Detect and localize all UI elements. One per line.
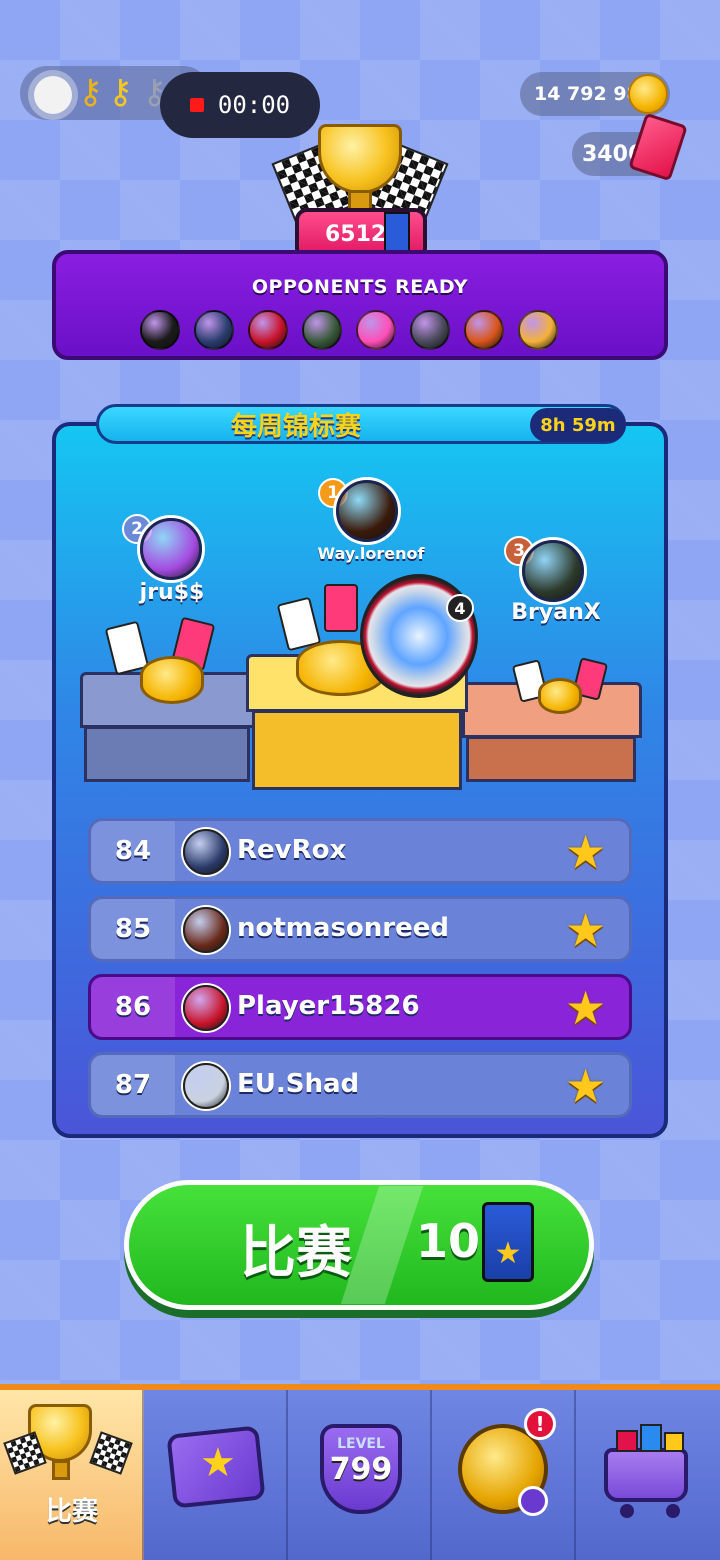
checkered-flag-icon bbox=[89, 1431, 133, 1475]
row-rank: 87 bbox=[91, 1055, 175, 1115]
row-avatar bbox=[183, 829, 229, 875]
podium-avatar-third[interactable] bbox=[522, 540, 584, 602]
robot-ball-icon bbox=[410, 310, 450, 350]
nav-tab-shop[interactable] bbox=[576, 1390, 720, 1560]
key-icon: ⚷ bbox=[78, 72, 103, 112]
red-chrome-ball-icon bbox=[248, 310, 288, 350]
cart-wheel-icon bbox=[666, 1504, 680, 1518]
blue-wheel-ball-icon bbox=[194, 310, 234, 350]
prize-coins-icon bbox=[538, 678, 582, 714]
tournament-title: 每周锦标赛 bbox=[230, 412, 361, 442]
row-rank: 85 bbox=[91, 899, 175, 959]
leaderboard-row[interactable]: 87 EU.Shad ★ bbox=[88, 1052, 632, 1118]
prize-coins-icon bbox=[140, 656, 204, 704]
nav-tab-label: 比赛 bbox=[45, 1497, 98, 1527]
green-star-ball-icon bbox=[302, 310, 342, 350]
leaderboard-row[interactable]: 84 RevRox ★ bbox=[88, 818, 632, 884]
podium-name-second: jru$$ bbox=[139, 580, 205, 605]
shop-cart-icon bbox=[604, 1448, 688, 1502]
leaderboard-row-current-player[interactable]: 86 Player15826 ★ bbox=[88, 974, 632, 1040]
pufferfish-ball-icon bbox=[518, 310, 558, 350]
podium-avatar-first[interactable] bbox=[336, 480, 398, 542]
toggle-dot[interactable] bbox=[34, 76, 72, 114]
nav-tab-level[interactable]: LEVEL 799 bbox=[288, 1390, 432, 1560]
record-dot-icon bbox=[189, 98, 204, 112]
podium-avatar-second[interactable] bbox=[140, 518, 202, 580]
level-word: LEVEL bbox=[337, 1436, 385, 1452]
podium-name-first: Way.lorenof bbox=[317, 544, 425, 563]
row-player-name: Player15826 bbox=[237, 991, 420, 1021]
play-button-label[interactable]: 比赛 bbox=[240, 1208, 352, 1289]
row-player-name: notmasonreed bbox=[237, 913, 449, 943]
level-badge-icon: LEVEL 799 bbox=[320, 1424, 402, 1514]
nav-tab-race[interactable]: 比赛 bbox=[0, 1390, 144, 1560]
podium-third-front bbox=[466, 736, 636, 782]
alert-badge: ! bbox=[524, 1408, 556, 1440]
podium-name-third: BryanX bbox=[511, 600, 601, 625]
rank-flag-icon bbox=[384, 212, 410, 254]
row-player-name: RevRox bbox=[237, 835, 347, 865]
cart-wheel-icon bbox=[620, 1504, 634, 1518]
wrench-badge-icon bbox=[518, 1486, 548, 1516]
podium-second-front bbox=[84, 726, 250, 782]
play-button-cost: 10 bbox=[416, 1214, 481, 1268]
row-avatar bbox=[183, 1063, 229, 1109]
row-avatar bbox=[183, 985, 229, 1031]
row-avatar bbox=[183, 907, 229, 953]
bomb-ball-icon bbox=[140, 310, 180, 350]
opponents-row bbox=[140, 310, 558, 350]
trophy-stem bbox=[52, 1460, 70, 1480]
row-rank: 84 bbox=[91, 821, 175, 881]
star-icon: ★ bbox=[200, 1440, 236, 1486]
level-value: 799 bbox=[329, 1452, 393, 1487]
pink-ball-icon bbox=[356, 310, 396, 350]
nav-tab-upgrade[interactable]: ! bbox=[432, 1390, 576, 1560]
leaderboard-row[interactable]: 85 notmasonreed ★ bbox=[88, 896, 632, 962]
prize-wheel-icon bbox=[360, 574, 478, 698]
key-icon: ⚷ bbox=[108, 72, 133, 112]
cart-item-icon bbox=[664, 1432, 684, 1452]
cart-item-icon bbox=[640, 1424, 662, 1452]
opponents-title: OPPONENTS READY bbox=[251, 276, 469, 298]
row-player-name: EU.Shad bbox=[237, 1069, 360, 1099]
star-icon: ★ bbox=[565, 903, 607, 957]
row-rank: 86 bbox=[91, 977, 175, 1037]
rating-value: 6512 bbox=[325, 221, 387, 247]
star-icon: ★ bbox=[565, 1059, 607, 1113]
prize-wheel-tag: 4 bbox=[446, 594, 474, 622]
podium-first-front bbox=[252, 710, 462, 790]
basketball-icon bbox=[464, 310, 504, 350]
nav-tab-cards[interactable]: ★ bbox=[144, 1390, 288, 1560]
tournament-timer: 8h 59m bbox=[530, 408, 626, 442]
ticket-flag-icon: ★ bbox=[482, 1202, 534, 1282]
star-icon: ★ bbox=[565, 825, 607, 879]
screen-record-indicator[interactable]: 00:00 bbox=[160, 72, 320, 138]
star-icon: ★ bbox=[565, 981, 607, 1035]
coin-icon bbox=[628, 74, 668, 114]
record-time: 00:00 bbox=[217, 91, 291, 119]
cart-item-icon bbox=[616, 1430, 638, 1452]
prize-ticket-icon bbox=[324, 584, 358, 632]
